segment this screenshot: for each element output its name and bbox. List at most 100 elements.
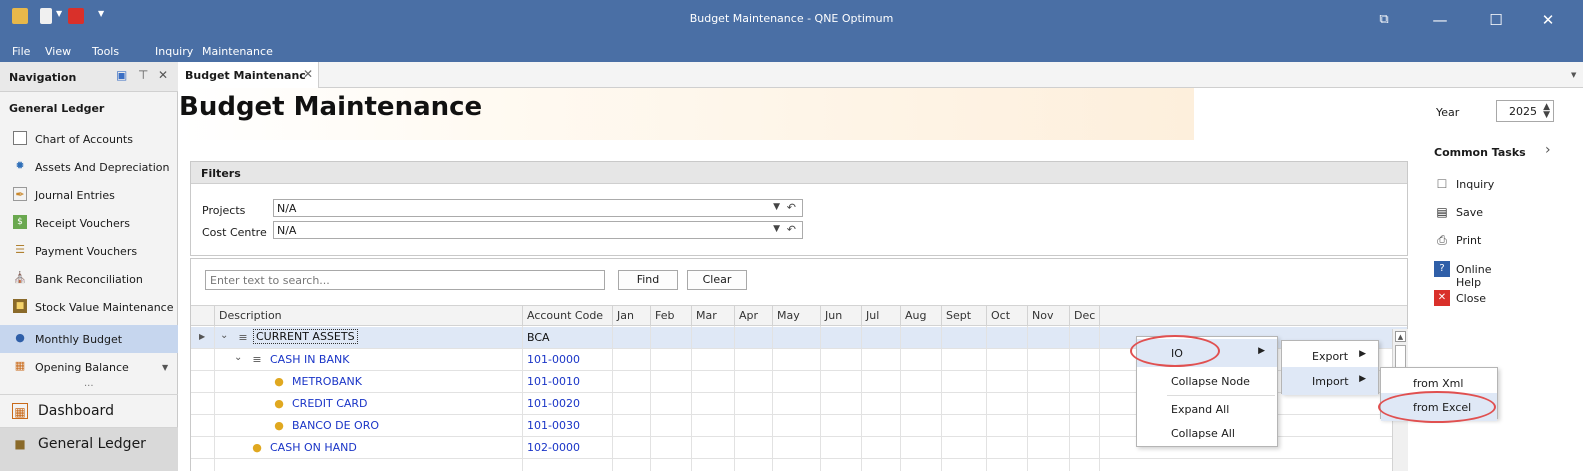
page-title: Budget Maintenance (179, 92, 483, 122)
clear-button[interactable]: Clear (687, 270, 747, 290)
nav-item-monthly-budget[interactable]: ● Monthly Budget (0, 325, 178, 353)
nav-item-label: Chart of Accounts (35, 133, 133, 146)
close-window-button[interactable]: ✕ (1528, 6, 1568, 34)
nav-item-opening-balance[interactable]: ▦ Opening Balance ▼ (0, 353, 178, 381)
chevron-down-icon[interactable]: ▼ (162, 363, 168, 372)
menu-item-label: Expand All (1171, 403, 1230, 416)
chevron-down-icon[interactable]: ⌄ (234, 352, 242, 363)
col-apr[interactable]: Apr (735, 306, 773, 325)
coin-icon: ● (274, 397, 284, 410)
grid-divider (650, 326, 651, 471)
inquiry-icon: ☐ (1436, 177, 1448, 191)
pin-icon[interactable]: ⊤ (138, 68, 148, 82)
coin-icon: ● (274, 419, 284, 432)
chevron-down-icon[interactable]: ⌄ (220, 330, 228, 341)
nav-more[interactable]: ... (84, 378, 94, 389)
task-label: Inquiry (1456, 178, 1495, 191)
row-account-code: 101-0010 (527, 375, 580, 388)
stock-icon: ■ (13, 299, 27, 313)
maximize-button[interactable]: ☐ (1476, 6, 1516, 34)
col-account-code[interactable]: Account Code (523, 306, 613, 325)
menu-tools[interactable]: Tools (92, 45, 119, 58)
grid-divider (772, 326, 773, 471)
reset-icon[interactable]: ↶ (787, 223, 796, 236)
projects-label: Projects (202, 204, 246, 217)
col-jan[interactable]: Jan (613, 306, 651, 325)
col-aug[interactable]: Aug (901, 306, 942, 325)
year-spinner[interactable]: 2025 ▲ ▼ (1496, 100, 1554, 122)
pencil-icon: ✒ (13, 187, 27, 201)
ledger-icon: ▦ (14, 359, 26, 372)
tab-list-dropdown-icon[interactable]: ▼ (1571, 71, 1576, 79)
spinner-arrows-icon[interactable]: ▲ ▼ (1543, 103, 1550, 120)
nav-general-ledger[interactable]: ■ General Ledger (0, 427, 178, 471)
menu-item-collapse-all[interactable]: Collapse All (1137, 419, 1277, 447)
menu-item-label: from Xml (1413, 377, 1464, 390)
row-description: CASH IN BANK (270, 353, 350, 366)
minimize-button[interactable]: — (1420, 6, 1460, 34)
nav-dashboard[interactable]: ▦ Dashboard (0, 394, 178, 426)
col-jul[interactable]: Jul (862, 306, 901, 325)
grid-column-header: Description Account Code Jan Feb Mar Apr… (191, 305, 1407, 326)
projects-value: N/A (277, 202, 297, 215)
layout-icon[interactable]: ▣ (116, 68, 127, 82)
search-input[interactable]: Enter text to search... (205, 270, 605, 290)
col-sept[interactable]: Sept (942, 306, 987, 325)
menu-view[interactable]: View (45, 45, 71, 58)
scroll-up-icon[interactable]: ▲ (1395, 331, 1406, 342)
restore-layout-button[interactable]: ⧉ (1364, 6, 1404, 34)
find-button[interactable]: Find (618, 270, 678, 290)
menu-maintenance[interactable]: Maintenance (202, 45, 273, 58)
nav-item-payment-vouchers[interactable]: ☰ Payment Vouchers (0, 237, 178, 265)
menu-item-collapse-node[interactable]: Collapse Node (1137, 367, 1277, 395)
col-description[interactable]: Description (215, 306, 523, 325)
navigation-panel: Navigation ▣ ⊤ ✕ General Ledger Chart of… (0, 62, 178, 471)
nav-item-receipt-vouchers[interactable]: $ Receipt Vouchers (0, 209, 178, 237)
document-tab-bar: Budget Maintenanc ✕ ▼ (179, 62, 1583, 88)
grid-divider (1069, 326, 1070, 471)
budget-icon: ● (15, 331, 25, 344)
menu-item-label: Collapse All (1171, 427, 1235, 440)
stack-icon: ≡ (238, 331, 248, 344)
nav-section-title: General Ledger (9, 102, 105, 115)
chevron-down-icon[interactable]: ▼ (773, 202, 780, 212)
menu-item-export[interactable]: Export ▶ (1282, 342, 1378, 370)
nav-item-journal-entries[interactable]: ✒ Journal Entries (0, 181, 178, 209)
grid-divider (861, 326, 862, 471)
row-description: CREDIT CARD (292, 397, 368, 410)
task-label: Online Help (1456, 263, 1492, 289)
projects-field[interactable]: N/A ▼ ↶ (273, 199, 803, 217)
col-dec[interactable]: Dec (1070, 306, 1100, 325)
grid-divider (900, 326, 901, 471)
cost-centre-field[interactable]: N/A ▼ ↶ (273, 221, 803, 239)
chevron-down-icon[interactable]: ▼ (773, 224, 780, 234)
nav-item-assets-and-depreciation[interactable]: ✹ Assets And Depreciation (0, 153, 178, 181)
print-icon: ⎙ (1437, 233, 1447, 247)
nav-item-bank-reconciliation[interactable]: ⛪ Bank Reconciliation (0, 265, 178, 293)
tab-budget-maintenance[interactable]: Budget Maintenanc ✕ (179, 62, 319, 88)
close-icon: ✕ (1434, 290, 1450, 306)
col-feb[interactable]: Feb (651, 306, 692, 325)
menu-inquiry[interactable]: Inquiry (155, 45, 193, 58)
col-mar[interactable]: Mar (692, 306, 735, 325)
col-nov[interactable]: Nov (1028, 306, 1070, 325)
grid-divider (734, 326, 735, 471)
menu-item-import[interactable]: Import ▶ (1282, 367, 1378, 395)
menu-file[interactable]: File (12, 45, 30, 58)
col-jun[interactable]: Jun (821, 306, 862, 325)
close-icon[interactable]: ✕ (158, 68, 168, 82)
chevron-right-icon[interactable]: › (1545, 142, 1551, 158)
tab-close-icon[interactable]: ✕ (303, 67, 313, 81)
cost-centre-value: N/A (277, 224, 297, 237)
col-oct[interactable]: Oct (987, 306, 1028, 325)
col-may[interactable]: May (773, 306, 821, 325)
nav-item-label: Opening Balance (35, 361, 129, 374)
general-ledger-icon: ■ (14, 437, 26, 451)
nav-item-chart-of-accounts[interactable]: Chart of Accounts (0, 125, 178, 153)
title-bar: ▼ ▼ Budget Maintenance - QNE Optimum ⧉ —… (0, 0, 1583, 40)
chevron-right-icon: ▶ (1359, 374, 1366, 384)
common-tasks-title: Common Tasks (1434, 146, 1526, 159)
nav-item-stock-value-maintenance[interactable]: ■ Stock Value Maintenance (0, 293, 178, 321)
reset-icon[interactable]: ↶ (787, 201, 796, 214)
highlight-ring-io (1130, 335, 1220, 367)
